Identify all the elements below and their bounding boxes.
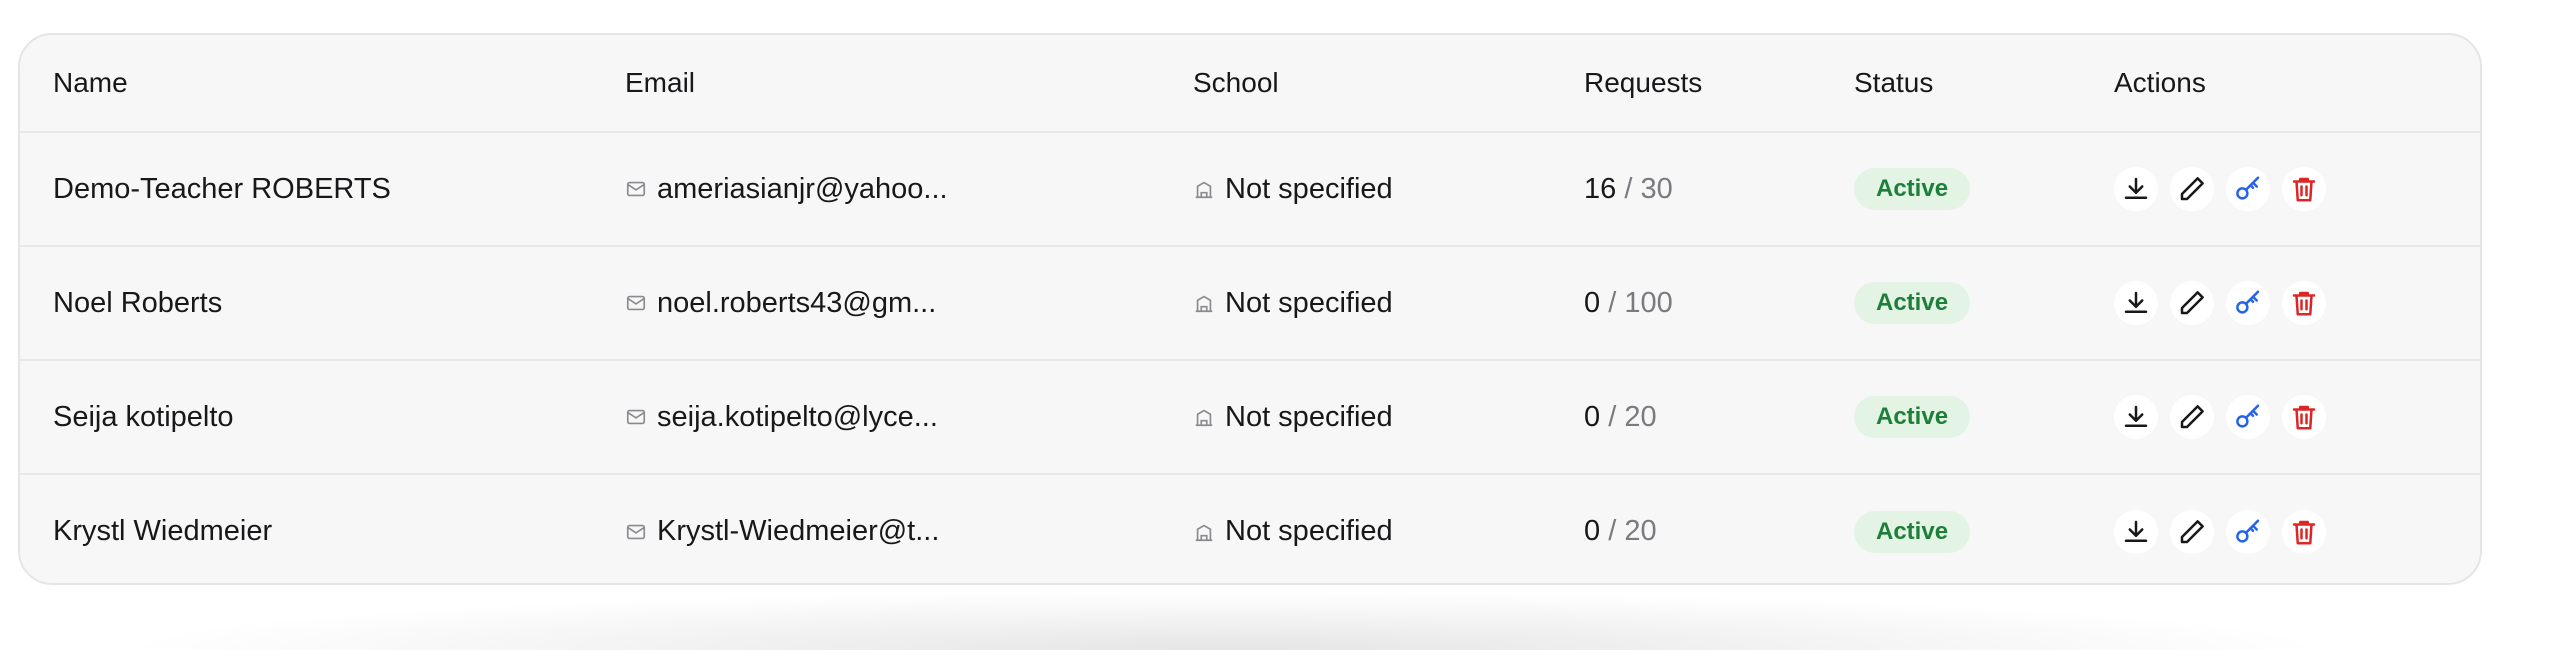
download-icon	[2124, 405, 2148, 427]
pencil-edit-icon	[2180, 405, 2204, 429]
mail-icon	[626, 295, 646, 311]
requests-used: 0	[1584, 400, 1601, 433]
download-button[interactable]	[2114, 509, 2158, 554]
status-badge: Active	[1854, 510, 1971, 553]
table-row: Seija kotipelto seija.kotipelto@lyce... …	[20, 360, 2480, 474]
delete-button[interactable]	[2282, 509, 2326, 554]
requests-separator: /	[1608, 286, 1617, 319]
header-requests: Requests	[1584, 67, 1703, 98]
requests-limit: 30	[1640, 172, 1673, 205]
users-table-card: Name Email School Requests Status Action…	[18, 33, 2482, 585]
download-button[interactable]	[2114, 395, 2158, 439]
table-body: Demo-Teacher ROBERTS ameriasianjr@yahoo.…	[20, 132, 2480, 583]
mail-icon	[626, 181, 646, 197]
school-building-icon	[1195, 524, 1213, 541]
user-school: Not specified	[1225, 286, 1393, 319]
row-actions	[2114, 395, 2480, 439]
status-badge: Active	[1854, 168, 1971, 210]
reset-key-button[interactable]	[2226, 509, 2270, 554]
requests-limit: 100	[1624, 286, 1673, 319]
table-header-row: Name Email School Requests Status Action…	[20, 35, 2480, 132]
edit-button[interactable]	[2170, 167, 2214, 211]
status-badge: Active	[1854, 282, 1971, 324]
edit-button[interactable]	[2170, 281, 2214, 325]
reset-key-button[interactable]	[2226, 167, 2270, 211]
requests-limit: 20	[1624, 400, 1657, 433]
user-school: Not specified	[1225, 515, 1393, 547]
header-name: Name	[53, 67, 128, 98]
key-icon	[2236, 176, 2260, 200]
user-name: Noel Roberts	[53, 286, 223, 319]
trash-icon	[2292, 177, 2316, 202]
header-status: Status	[1854, 67, 1934, 98]
header-actions: Actions	[2114, 67, 2206, 98]
table-row: Demo-Teacher ROBERTS ameriasianjr@yahoo.…	[20, 132, 2480, 246]
pencil-edit-icon	[2180, 291, 2204, 315]
download-icon	[2124, 520, 2148, 542]
requests-separator: /	[1608, 400, 1617, 433]
table-row: Noel Roberts noel.roberts43@gm... Not sp…	[20, 246, 2480, 360]
delete-button[interactable]	[2282, 167, 2326, 211]
user-email: seija.kotipelto@lyce...	[657, 400, 938, 433]
download-button[interactable]	[2114, 167, 2158, 211]
users-table: Name Email School Requests Status Action…	[20, 35, 2480, 583]
reset-key-button[interactable]	[2226, 395, 2270, 439]
download-button[interactable]	[2114, 281, 2158, 325]
user-name: Krystl Wiedmeier	[53, 515, 273, 547]
requests-used: 0	[1584, 515, 1601, 547]
requests-separator: /	[1624, 172, 1633, 205]
requests-used: 0	[1584, 286, 1601, 319]
header-email: Email	[625, 67, 696, 98]
row-actions	[2114, 281, 2480, 325]
user-name: Demo-Teacher ROBERTS	[53, 172, 391, 205]
trash-icon	[2292, 520, 2316, 544]
user-school: Not specified	[1225, 400, 1393, 433]
table-row: Krystl Wiedmeier Krystl-Wiedmeier@t... N…	[20, 474, 2480, 583]
trash-icon	[2292, 291, 2316, 316]
reset-key-button[interactable]	[2226, 281, 2270, 325]
user-requests: 0 / 20	[1584, 360, 1854, 474]
status-badge: Active	[1854, 396, 1971, 438]
download-icon	[2124, 177, 2148, 199]
user-email: Krystl-Wiedmeier@t...	[657, 515, 940, 547]
trash-icon	[2292, 405, 2316, 430]
row-actions	[2114, 167, 2480, 211]
school-building-icon	[1195, 409, 1213, 427]
requests-separator: /	[1608, 515, 1617, 547]
school-building-icon	[1195, 181, 1213, 199]
user-email: ameriasianjr@yahoo...	[657, 172, 948, 205]
row-actions	[2114, 509, 2480, 554]
delete-button[interactable]	[2282, 281, 2326, 325]
pencil-edit-icon	[2180, 177, 2204, 201]
mail-icon	[626, 524, 646, 539]
edit-button[interactable]	[2170, 509, 2214, 554]
card-shadow	[110, 590, 2340, 650]
requests-limit: 20	[1624, 515, 1657, 547]
mail-icon	[626, 409, 646, 425]
user-requests: 16 / 30	[1584, 132, 1854, 246]
key-icon	[2236, 519, 2260, 543]
download-icon	[2124, 291, 2148, 313]
school-building-icon	[1195, 295, 1213, 313]
user-school: Not specified	[1225, 172, 1393, 205]
key-icon	[2236, 404, 2260, 428]
user-requests: 0 / 20	[1584, 474, 1854, 583]
user-name: Seija kotipelto	[53, 400, 234, 433]
edit-button[interactable]	[2170, 395, 2214, 439]
delete-button[interactable]	[2282, 395, 2326, 439]
key-icon	[2236, 290, 2260, 314]
pencil-edit-icon	[2180, 519, 2204, 543]
user-email: noel.roberts43@gm...	[657, 286, 937, 319]
header-school: School	[1193, 67, 1279, 98]
user-requests: 0 / 100	[1584, 246, 1854, 360]
requests-used: 16	[1584, 172, 1617, 205]
